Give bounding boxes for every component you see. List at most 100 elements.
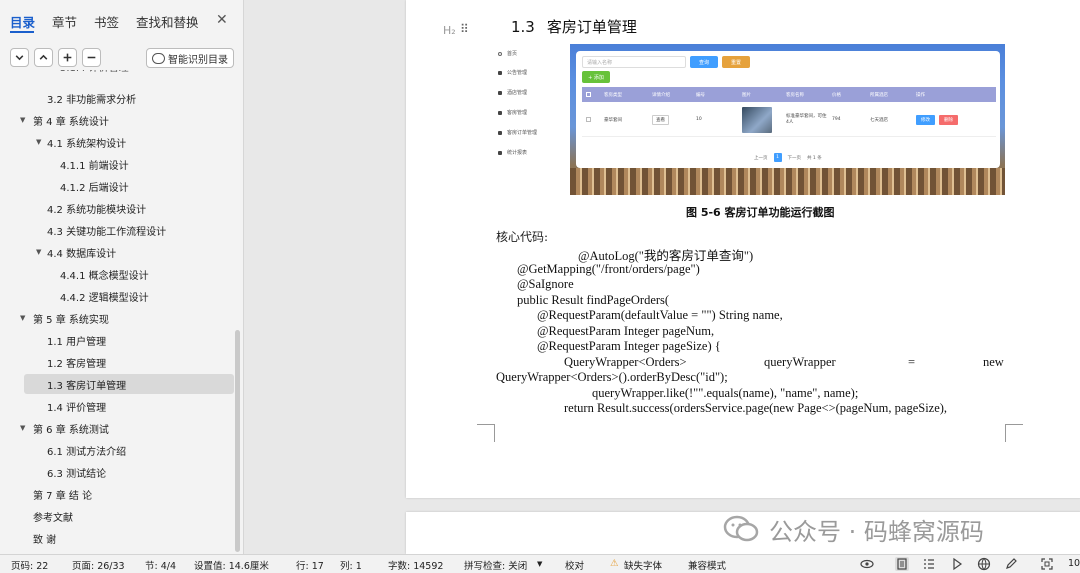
add-heading-button[interactable] (58, 48, 77, 67)
status-row[interactable]: 行: 17 (296, 558, 324, 572)
code-label: 核心代码: (496, 230, 549, 244)
status-column[interactable]: 列: 1 (340, 558, 362, 572)
embedded-search-input: 请输入名称 (582, 56, 686, 68)
embedded-delete-button: 删除 (939, 114, 958, 125)
toc-item-label: 第 5 章 系统实现 (33, 314, 109, 326)
toc-item[interactable]: 6.1 测试方法介绍 (0, 440, 238, 460)
close-pane-icon[interactable]: ✕ (216, 12, 228, 28)
tab-chapters[interactable]: 章节 (52, 12, 77, 32)
expand-caret-icon[interactable]: ▼ (20, 116, 30, 124)
toc-item[interactable]: ▼ 第 5 章 系统实现 (0, 308, 238, 328)
toc-item[interactable]: 1.2 客房管理 (0, 352, 238, 372)
toc-item-label: 第 4 章 系统设计 (33, 116, 109, 128)
toc-item[interactable]: 1.4 评价管理 (0, 396, 238, 416)
toc-item[interactable]: 5.1.4 评价管理 (0, 70, 238, 86)
toc-item[interactable]: 4.2 系统功能模块设计 (0, 198, 238, 218)
expand-all-button[interactable] (34, 48, 53, 67)
embedded-nav-item: 酒店管理 (496, 89, 527, 96)
embedded-nav-label: 客房管理 (507, 110, 528, 116)
compatibility-mode-label: 兼容模式 (688, 561, 727, 572)
room-thumbnail (742, 106, 772, 133)
toc-item-label: 5.1.4 评价管理 (60, 70, 129, 74)
status-pages[interactable]: 页面: 26/33 (72, 558, 125, 572)
toc-item-label: 致 谢 (33, 534, 57, 546)
play-icon[interactable] (950, 557, 964, 571)
code-line: @SaIgnore (517, 277, 574, 291)
toc-item[interactable]: 1.1 用户管理 (0, 330, 238, 350)
pen-icon[interactable] (1004, 557, 1018, 571)
toc-item-label: 4.2 系统功能模块设计 (47, 204, 147, 216)
tab-find-replace[interactable]: 查找和替换 (136, 12, 199, 32)
eye-icon[interactable] (860, 557, 874, 571)
status-setting-value[interactable]: 设置值: 14.6厘米 (194, 558, 269, 572)
toc-item-label: 4.1.2 后端设计 (60, 182, 129, 194)
toc-item[interactable]: 参考文献 (0, 506, 238, 526)
zoom-level[interactable]: 10 (1068, 558, 1080, 569)
chevron-up-icon (39, 54, 48, 60)
code-line: return Result.success(ordersService.page… (564, 401, 948, 415)
toc-scrollbar[interactable] (235, 330, 240, 552)
status-section[interactable]: 节: 4/4 (145, 558, 176, 572)
code-line: QueryWrapper<Orders>().orderByDesc("id")… (496, 370, 728, 384)
toc-item[interactable]: 4.1.2 后端设计 (0, 176, 238, 196)
tab-toc[interactable]: 目录 (10, 12, 35, 32)
toc-item-label: 6.1 测试方法介绍 (47, 446, 127, 458)
toc-item[interactable]: 第 7 章 结 论 (0, 484, 238, 504)
embedded-nav-label: 酒店管理 (507, 90, 528, 96)
fullscreen-icon[interactable] (1040, 557, 1054, 571)
outline-view-icon[interactable] (922, 557, 936, 571)
globe-icon[interactable] (977, 557, 991, 571)
code-line: public Result findPageOrders( (517, 293, 670, 307)
section-heading: 1.3 客房订单管理 (511, 16, 637, 37)
embedded-nav-label: 客房订单管理 (507, 130, 538, 136)
expand-caret-icon[interactable]: ▼ (20, 314, 30, 322)
embedded-cell-actions: 修改 删除 (912, 103, 996, 136)
embedded-next-page: 下一页 (787, 155, 802, 161)
toc-item[interactable]: 4.4.2 逻辑模型设计 (0, 286, 238, 306)
missing-font-button[interactable]: 缺失字体 (624, 558, 662, 572)
embedded-column-header: 编号 (696, 92, 705, 98)
watermark: 公众号 · 码蜂窝源码 (723, 512, 984, 546)
toc-item-label: 1.3 客房订单管理 (47, 380, 127, 392)
toc-item[interactable]: ▼ 第 4 章 系统设计 (0, 110, 238, 130)
toc-item[interactable]: 4.1.1 前端设计 (0, 154, 238, 174)
embedded-prev-page: 上一页 (754, 155, 768, 161)
status-word-count[interactable]: 字数: 14592 (388, 558, 443, 572)
collapse-all-button[interactable] (10, 48, 29, 67)
expand-caret-icon[interactable]: ▼ (36, 248, 46, 256)
toc-item[interactable]: ▼ 4.1 系统架构设计 (0, 132, 238, 152)
toc-item-label: 1.2 客房管理 (47, 358, 107, 370)
toc-item[interactable]: 4.3 关键功能工作流程设计 (0, 220, 238, 240)
proofread-button[interactable]: 校对 (565, 558, 584, 572)
watermark-text: 公众号 · 码蜂窝源码 (769, 517, 984, 546)
embedded-cell-hotel: 七天酒店 (870, 117, 888, 123)
toc-item[interactable]: ▼ 4.4 数据库设计 (0, 242, 238, 262)
remove-heading-button[interactable] (82, 48, 101, 67)
toc-item[interactable]: 4.4.1 概念模型设计 (0, 264, 238, 284)
embedded-table-header: 客房类型 详情介绍 编号 图片 客房名称 价格 所属酒店 操作 (582, 87, 996, 102)
toc-item-label: 4.4.2 逻辑模型设计 (60, 292, 149, 304)
toc-item[interactable]: 6.3 测试结论 (0, 462, 238, 482)
toc-item[interactable]: 致 谢 (0, 528, 238, 548)
page-view-icon[interactable] (895, 557, 909, 571)
status-page-number[interactable]: 页码: 22 (11, 558, 48, 572)
toc-item[interactable]: ▼ 第 6 章 系统测试 (0, 418, 238, 438)
document-page: H₂ ⠿ 1.3 客房订单管理 首页 公告管理 酒店管理 客房管理 客房订单管理 统计报表 … (406, 0, 1080, 498)
embedded-nav-item: 客房订单管理 (496, 129, 537, 136)
smart-toc-button[interactable]: 智能识别目录 (146, 48, 234, 68)
spell-check-toggle[interactable]: 拼写检查: 关闭 (464, 558, 527, 572)
tab-bookmarks[interactable]: 书签 (94, 12, 119, 32)
drag-handle-icon[interactable]: ⠿ (460, 22, 469, 36)
toc-item[interactable]: 1.3 客房订单管理 (24, 374, 234, 394)
heading-text: 客房订单管理 (546, 18, 637, 36)
toc-item-label: 4.3 关键功能工作流程设计 (47, 226, 167, 238)
expand-caret-icon[interactable]: ▼ (36, 138, 46, 146)
toc-item[interactable]: 3.2 非功能需求分析 (0, 88, 238, 108)
embedded-nav-icon (498, 130, 502, 135)
embedded-cell-name: 标准豪华套间，可住4人 (786, 113, 827, 125)
toc-item-label: 4.4.1 概念模型设计 (60, 270, 149, 282)
code-line: new (983, 355, 1004, 369)
expand-caret-icon[interactable]: ▼ (20, 424, 30, 432)
chevron-down-icon[interactable]: ▼ (537, 560, 542, 568)
figure-screenshot: 首页 公告管理 酒店管理 客房管理 客房订单管理 统计报表 请输入名称 查询 重置 + 添… (496, 44, 1005, 195)
